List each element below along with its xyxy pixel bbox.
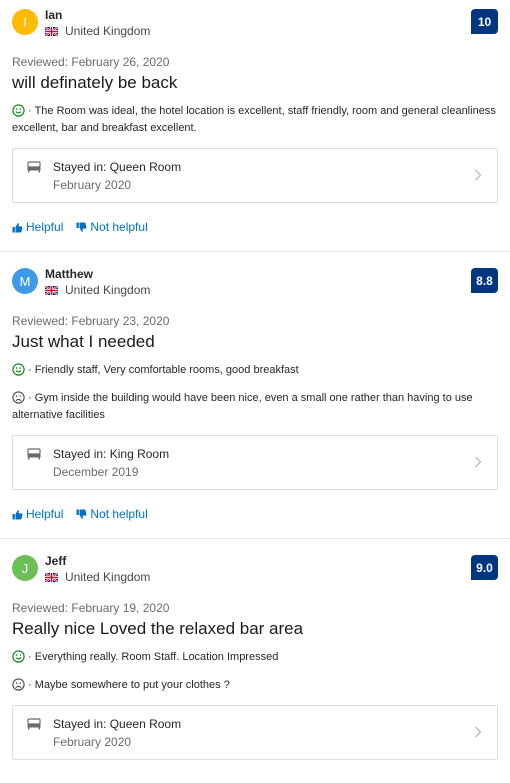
bed-icon: [27, 718, 41, 730]
not-helpful-label: Not helpful: [90, 507, 148, 521]
review-votes: Helpful Not helpful: [12, 490, 498, 538]
chevron-right-icon: [475, 169, 482, 181]
bed-icon: [27, 161, 41, 173]
helpful-label: Helpful: [26, 507, 64, 521]
review-date: Reviewed: February 26, 2020: [12, 55, 170, 69]
uk-flag-icon: [45, 26, 58, 36]
country-name: United Kingdom: [65, 24, 151, 38]
reviewer-country: United Kingdom: [45, 570, 150, 584]
reviewer-country: United Kingdom: [45, 24, 150, 38]
uk-flag-icon: [45, 572, 58, 582]
review-date: Reviewed: February 23, 2020: [12, 314, 170, 328]
helpful-button[interactable]: Helpful: [12, 507, 63, 521]
reviewer-name: Ian: [45, 8, 63, 22]
reviewer-name: Jeff: [45, 554, 67, 568]
room-type: Queen Room: [109, 160, 182, 174]
chevron-right-icon: [475, 456, 482, 468]
reviewer-header: J Jeff United Kingdom 9.0: [12, 553, 498, 593]
avatar: M: [12, 268, 38, 294]
avatar: J: [12, 555, 38, 581]
frown-icon: [12, 391, 25, 404]
negative-comment: · Gym inside the building would have bee…: [12, 391, 473, 421]
stay-date: February 2020: [53, 735, 132, 749]
review-votes: Helpful Not helpful: [12, 203, 498, 251]
smiley-icon: [12, 650, 25, 663]
negative-text: Maybe somewhere to put your clothes ?: [34, 679, 230, 691]
review-card: I Ian United Kingdom 10 Reviewed: Februa…: [0, 0, 510, 251]
positive-text: Friendly staff, Very comfortable rooms, …: [34, 364, 299, 376]
smiley-icon: [12, 104, 25, 117]
reviewer-country: United Kingdom: [45, 283, 150, 297]
stay-info-card[interactable]: Stayed in: Queen Room February 2020: [12, 705, 498, 760]
not-helpful-button[interactable]: Not helpful: [76, 220, 148, 234]
chevron-right-icon: [475, 726, 482, 738]
positive-text: The Room was ideal, the hotel location i…: [12, 105, 496, 134]
stay-info-card[interactable]: Stayed in: Queen Room February 2020: [12, 148, 498, 203]
negative-comment: · Maybe somewhere to put your clothes ?: [12, 677, 498, 694]
frown-icon: [12, 678, 25, 691]
smiley-icon: [12, 363, 25, 376]
stayed-in-label: Stayed in:: [53, 160, 107, 174]
review-title: Really nice Loved the relaxed bar area: [12, 619, 304, 638]
avatar: I: [12, 9, 38, 35]
stayed-in-room: Stayed in: King Room: [53, 447, 169, 461]
avatar-initial: J: [21, 560, 29, 576]
room-type: King Room: [109, 447, 170, 461]
thumbs-down-icon: [76, 509, 87, 519]
positive-text: Everything really. Room Staff. Location …: [34, 651, 279, 663]
bed-icon: [27, 448, 41, 460]
uk-flag-icon: [45, 285, 58, 295]
helpful-button[interactable]: Helpful: [12, 220, 63, 234]
stayed-in-room: Stayed in: Queen Room: [53, 717, 181, 731]
reviewer-header: I Ian United Kingdom 10: [12, 7, 498, 47]
not-helpful-button[interactable]: Not helpful: [76, 507, 148, 521]
stay-date: February 2020: [53, 178, 132, 192]
review-title: Just what I needed: [12, 332, 155, 351]
avatar-initial: M: [19, 273, 31, 289]
stay-date: December 2019: [53, 465, 139, 479]
country-name: United Kingdom: [65, 283, 151, 297]
thumbs-up-icon: [12, 222, 23, 232]
review-card: M Matthew United Kingdom 8.8 Reviewed: F…: [0, 251, 510, 538]
review-score-badge: 10: [471, 9, 498, 34]
thumbs-down-icon: [76, 222, 87, 232]
avatar-initial: I: [23, 14, 27, 30]
not-helpful-label: Not helpful: [90, 220, 148, 234]
reviewer-header: M Matthew United Kingdom 8.8: [12, 266, 498, 306]
helpful-label: Helpful: [26, 220, 64, 234]
thumbs-up-icon: [12, 509, 23, 519]
reviewer-name: Matthew: [45, 267, 93, 281]
positive-comment: · Friendly staff, Very comfortable rooms…: [12, 362, 498, 379]
review-title: will definately be back: [12, 73, 178, 92]
positive-comment: · The Room was ideal, the hotel location…: [12, 104, 496, 134]
room-type: Queen Room: [109, 717, 182, 731]
country-name: United Kingdom: [65, 570, 151, 584]
positive-comment: · Everything really. Room Staff. Locatio…: [12, 649, 498, 666]
stayed-in-label: Stayed in:: [53, 447, 107, 461]
stayed-in-room: Stayed in: Queen Room: [53, 160, 181, 174]
review-score-badge: 9.0: [471, 555, 498, 580]
review-date: Reviewed: February 19, 2020: [12, 601, 170, 615]
stay-info-card[interactable]: Stayed in: King Room December 2019: [12, 435, 498, 490]
stayed-in-label: Stayed in:: [53, 717, 107, 731]
review-score-badge: 8.8: [471, 268, 498, 293]
negative-text: Gym inside the building would have been …: [12, 392, 473, 421]
review-card: J Jeff United Kingdom 9.0 Reviewed: Febr…: [0, 538, 510, 760]
